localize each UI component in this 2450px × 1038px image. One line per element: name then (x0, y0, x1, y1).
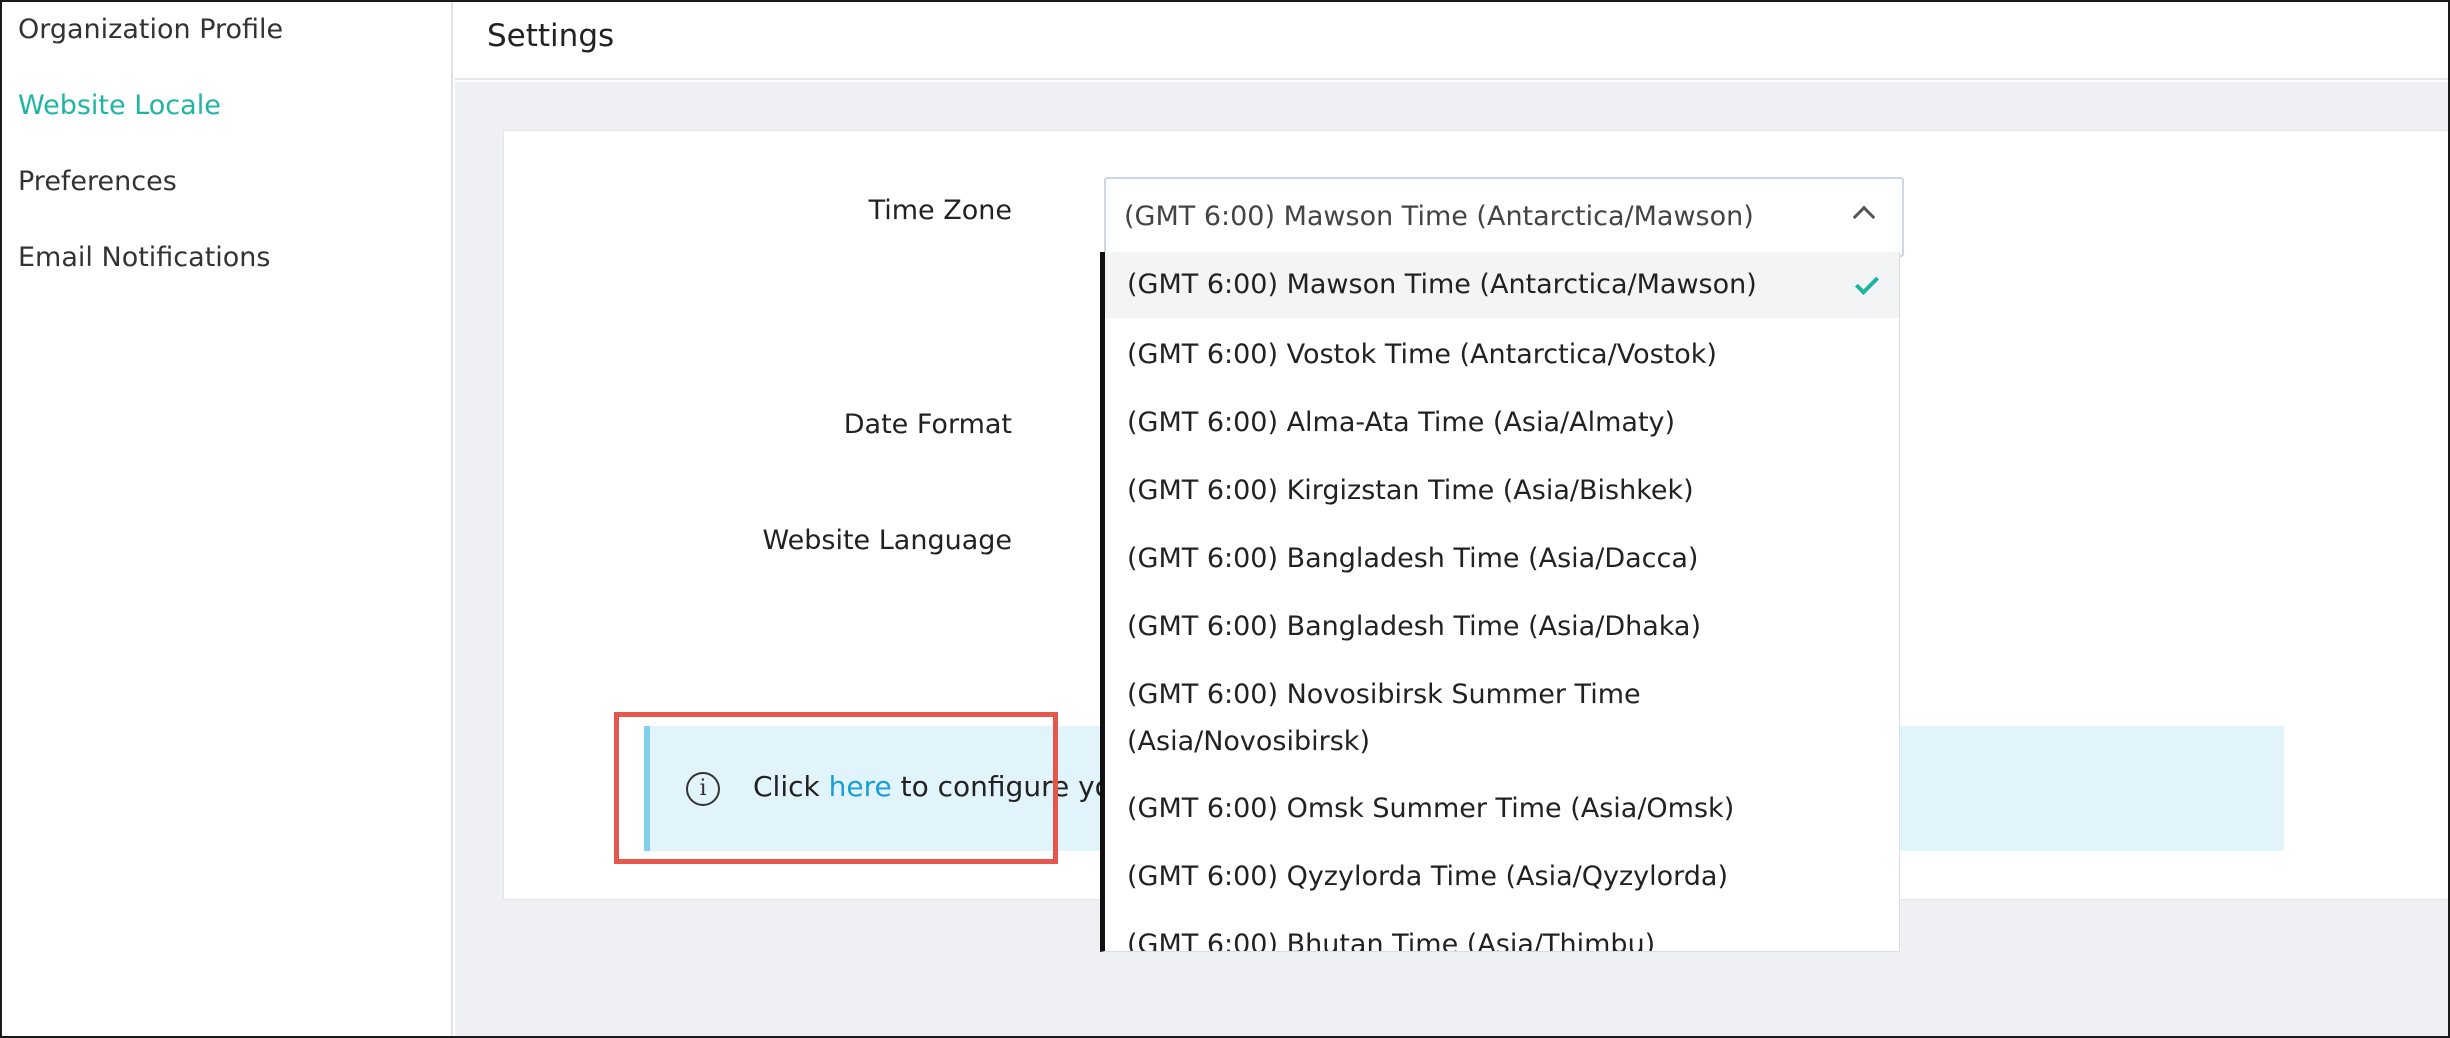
dropdown-option[interactable]: (GMT 6:00) Kirgizstan Time (Asia/Bishkek… (1105, 467, 1899, 514)
time-zone-select[interactable]: (GMT 6:00) Mawson Time (Antarctica/Mawso… (1104, 177, 1904, 257)
info-text-suffix: to configure you (891, 770, 1130, 803)
configure-here-link[interactable]: here (829, 770, 892, 803)
page-title: Settings (487, 18, 615, 54)
sidebar: Organization Profile Website Locale Pref… (2, 2, 453, 1036)
check-icon (1854, 270, 1880, 296)
dropdown-option-label: (GMT 6:00) Qyzylorda Time (Asia/Qyzylord… (1127, 861, 1728, 892)
dropdown-option[interactable]: (GMT 6:00) Novosibirsk Summer Time (Asia… (1105, 671, 1899, 765)
dropdown-option[interactable]: (GMT 6:00) Bhutan Time (Asia/Thimbu) (1105, 921, 1899, 952)
dropdown-option[interactable]: (GMT 6:00) Bangladesh Time (Asia/Dhaka) (1105, 603, 1899, 650)
time-zone-label: Time Zone (868, 195, 1012, 226)
dropdown-option-label: (GMT 6:00) Kirgizstan Time (Asia/Bishkek… (1127, 475, 1694, 506)
page-header: Settings (455, 2, 2448, 80)
dropdown-option-label: (GMT 6:00) Vostok Time (Antarctica/Vosto… (1127, 339, 1717, 370)
dropdown-option-label: (GMT 6:00) Novosibirsk Summer Time (1127, 679, 1641, 710)
dropdown-option-label: (GMT 6:00) Bangladesh Time (Asia/Dhaka) (1127, 611, 1702, 642)
dropdown-option[interactable]: (GMT 6:00) Qyzylorda Time (Asia/Qyzylord… (1105, 853, 1899, 900)
sidebar-item-email-notifications[interactable]: Email Notifications (18, 242, 270, 273)
dropdown-option-label: (GMT 6:00) Mawson Time (Antarctica/Mawso… (1127, 269, 1757, 300)
website-language-label: Website Language (762, 525, 1012, 556)
info-banner-text: Click here to configure you (753, 770, 1130, 803)
dropdown-option[interactable]: (GMT 6:00) Vostok Time (Antarctica/Vosto… (1105, 331, 1899, 378)
dropdown-option[interactable]: (GMT 6:00) Mawson Time (Antarctica/Mawso… (1105, 252, 1899, 318)
dropdown-option-label-line2: (Asia/Novosibirsk) (1127, 726, 1370, 757)
date-format-label: Date Format (843, 409, 1012, 440)
dropdown-option[interactable]: (GMT 6:00) Bangladesh Time (Asia/Dacca) (1105, 535, 1899, 582)
sidebar-item-preferences[interactable]: Preferences (18, 166, 177, 197)
dropdown-option-label: (GMT 6:00) Omsk Summer Time (Asia/Omsk) (1127, 793, 1735, 824)
dropdown-option-label: (GMT 6:00) Alma-Ata Time (Asia/Almaty) (1127, 407, 1676, 438)
info-text-prefix: Click (753, 770, 829, 803)
dropdown-option-label: (GMT 6:00) Bangladesh Time (Asia/Dacca) (1127, 543, 1699, 574)
dropdown-option[interactable]: (GMT 6:00) Omsk Summer Time (Asia/Omsk) (1105, 785, 1899, 832)
sidebar-item-website-locale[interactable]: Website Locale (18, 90, 221, 121)
dropdown-option[interactable]: (GMT 6:00) Alma-Ata Time (Asia/Almaty) (1105, 399, 1899, 446)
sidebar-item-organization-profile[interactable]: Organization Profile (18, 14, 283, 45)
chevron-up-icon (1852, 205, 1876, 229)
dropdown-option-label: (GMT 6:00) Bhutan Time (Asia/Thimbu) (1127, 929, 1656, 952)
time-zone-dropdown-list[interactable]: (GMT 6:00) Mawson Time (Antarctica/Mawso… (1100, 252, 1900, 952)
time-zone-selected-value: (GMT 6:00) Mawson Time (Antarctica/Mawso… (1124, 201, 1754, 232)
app-window: Organization Profile Website Locale Pref… (0, 0, 2450, 1038)
info-icon: i (686, 772, 720, 806)
